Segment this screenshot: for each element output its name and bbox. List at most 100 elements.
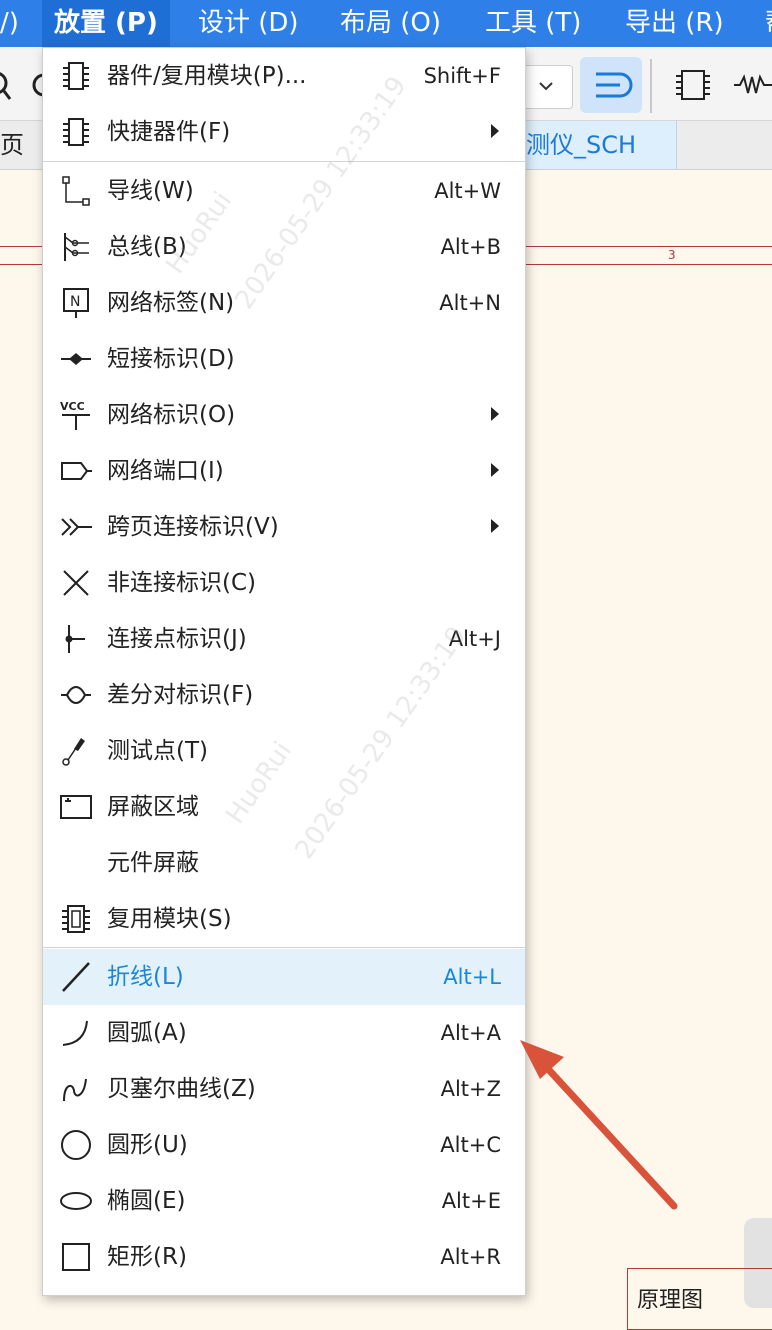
menu-item-junction[interactable]: 连接点标识(J) Alt+J [43, 611, 525, 667]
submenu-arrow-icon [491, 463, 499, 477]
menu-tools[interactable]: 工具 (T) [485, 0, 581, 47]
menu-item-shortcut: Alt+L [443, 965, 501, 989]
menu-item-polyline[interactable]: 折线(L) Alt+L [43, 949, 525, 1005]
menu-item-shortcut: Alt+C [440, 1133, 501, 1157]
wire-tool-button[interactable] [580, 57, 642, 113]
no-connect-icon [63, 570, 89, 596]
menu-item-shield-area[interactable]: 屏蔽区域 [43, 779, 525, 835]
title-block-label: 原理图 [637, 1288, 704, 1313]
chip-icon [676, 70, 710, 100]
menu-design[interactable]: 设计 (D) [198, 0, 299, 47]
short-flag-icon [61, 353, 91, 365]
menu-item-shortcut: Alt+W [434, 179, 501, 203]
menu-item-label: 网络标签(N) [107, 290, 235, 316]
zoom-icon[interactable] [0, 57, 30, 113]
vcc-icon: VCC [60, 400, 90, 430]
net-port-icon [61, 462, 92, 480]
junction-icon [65, 625, 85, 653]
menu-item-shortcut: Alt+A [440, 1021, 501, 1045]
menu-item-label: 复用模块(S) [107, 906, 232, 932]
menu-item-label: 元件屏蔽 [107, 850, 199, 876]
menu-item-shortcut: Alt+J [448, 627, 501, 651]
menu-export[interactable]: 导出 (R) [625, 0, 724, 47]
menu-item-wire[interactable]: 导线(W) Alt+W [43, 163, 525, 219]
sheet-grid-number: 3 [668, 248, 676, 262]
menu-item-test-point[interactable]: 测试点(T) [43, 723, 525, 779]
menu-item-shortcut: Shift+F [423, 64, 501, 88]
resistor-tool-button[interactable] [726, 57, 772, 113]
menu-item-label: 导线(W) [107, 178, 194, 204]
menu-item-rectangle[interactable]: 矩形(R) Alt+R [43, 1229, 525, 1285]
menu-item-label: 网络标识(O) [107, 402, 236, 428]
diff-pair-icon [61, 685, 91, 705]
menu-item-label: 矩形(R) [107, 1244, 187, 1270]
menu-item-bezier[interactable]: 贝塞尔曲线(Z) Alt+Z [43, 1061, 525, 1117]
menu-item-short-flag[interactable]: 短接标识(D) [43, 331, 525, 387]
bezier-icon [63, 1078, 87, 1102]
menu-item-off-page[interactable]: 跨页连接标识(V) [43, 499, 525, 555]
menu-item-label: 网络端口(I) [107, 458, 224, 484]
menu-help[interactable]: 帮 [765, 0, 772, 47]
toolbar-dropdown[interactable] [526, 65, 573, 109]
reuse-block-icon [62, 905, 90, 933]
menu-item-reuse-block[interactable]: 复用模块(S) [43, 891, 525, 947]
menu-item-no-connect[interactable]: 非连接标识(C) [43, 555, 525, 611]
svg-text:N: N [70, 294, 80, 310]
menu-separator [43, 161, 525, 162]
menu-item-label: 测试点(T) [107, 738, 208, 764]
chip-icon [63, 118, 89, 146]
net-label-icon: N [63, 288, 89, 318]
polyline-icon [62, 962, 90, 992]
menu-item-label: 折线(L) [107, 964, 184, 990]
ellipse-icon [60, 1192, 92, 1210]
test-point-icon [62, 738, 85, 766]
menu-separator [43, 947, 525, 948]
menu-item-label: 快捷器件(F) [107, 119, 231, 145]
menu-item-label: 跨页连接标识(V) [107, 514, 279, 540]
menubar: /) 放置 (P) 设计 (D) 布局 (O) 工具 (T) 导出 (R) 帮 [0, 0, 772, 47]
menu-item-net-label[interactable]: N 网络标签(N) Alt+N [43, 275, 525, 331]
chip-icon [63, 62, 89, 90]
tab-page[interactable]: 页 [0, 121, 24, 169]
circle-icon [61, 1130, 91, 1160]
menu-item-ellipse[interactable]: 椭圆(E) Alt+E [43, 1173, 525, 1229]
svg-text:VCC: VCC [60, 400, 85, 413]
menu-item-component-shield[interactable]: 元件屏蔽 [43, 835, 525, 891]
resistor-icon [734, 74, 772, 94]
menu-item-shortcut: Alt+E [441, 1189, 501, 1213]
menu-item-arc[interactable]: 圆弧(A) Alt+A [43, 1005, 525, 1061]
menu-view[interactable]: /) [0, 0, 19, 47]
menu-item-label: 非连接标识(C) [107, 570, 257, 596]
menu-item-shortcut: Alt+B [440, 235, 501, 259]
menu-item-label: 屏蔽区域 [107, 794, 199, 820]
menu-item-label: 圆弧(A) [107, 1020, 187, 1046]
shield-area-icon [60, 795, 92, 819]
menu-item-net-flag[interactable]: VCC 网络标识(O) [43, 387, 525, 443]
menu-item-shortcut: Alt+R [440, 1245, 501, 1269]
submenu-arrow-icon [491, 519, 499, 533]
menu-item-label: 贝塞尔曲线(Z) [107, 1076, 256, 1102]
rectangle-icon [62, 1243, 90, 1271]
menu-item-label: 器件/复用模块(P)... [107, 63, 307, 89]
submenu-arrow-icon [491, 407, 499, 421]
menu-item-label: 连接点标识(J) [107, 626, 247, 652]
menu-item-label: 椭圆(E) [107, 1188, 186, 1214]
menu-item-bus[interactable]: 总线(B) Alt+B [43, 219, 525, 275]
menu-item-component[interactable]: 器件/复用模块(P)... Shift+F [43, 48, 525, 104]
off-page-icon [61, 518, 92, 536]
menu-item-label: 短接标识(D) [107, 346, 235, 372]
component-tool-button[interactable] [662, 57, 724, 113]
bus-icon [64, 233, 89, 261]
menu-item-shortcut: Alt+Z [440, 1077, 501, 1101]
menu-item-net-port[interactable]: 网络端口(I) [43, 443, 525, 499]
menu-item-circle[interactable]: 圆形(U) Alt+C [43, 1117, 525, 1173]
menu-place[interactable]: 放置 (P) [42, 0, 170, 47]
menu-item-diff-pair[interactable]: 差分对标识(F) [43, 667, 525, 723]
submenu-arrow-icon [491, 124, 499, 138]
menu-item-quick-component[interactable]: 快捷器件(F) [43, 104, 525, 160]
menu-item-label: 总线(B) [107, 234, 187, 260]
menu-layout[interactable]: 布局 (O) [340, 0, 441, 47]
tab-schematic[interactable]: 测仪_SCH [526, 121, 677, 169]
menu-item-label: 差分对标识(F) [107, 682, 254, 708]
wire-mode-icon [596, 72, 633, 98]
